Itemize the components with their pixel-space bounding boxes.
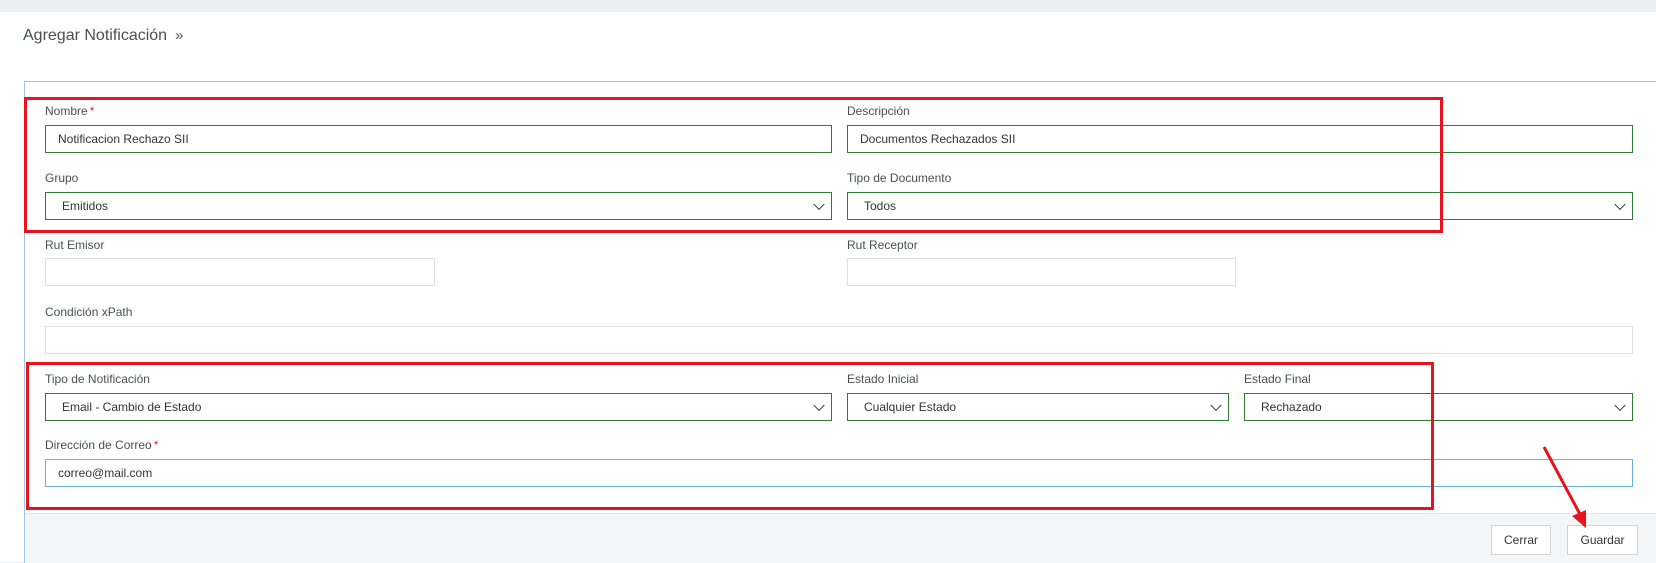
- rut-receptor-label: Rut Receptor: [847, 238, 918, 252]
- chevron-right-icon: »: [175, 27, 184, 44]
- condicion-xpath-input[interactable]: [45, 326, 1633, 354]
- modal-footer: [25, 513, 1656, 563]
- rut-emisor-label: Rut Emisor: [45, 238, 105, 252]
- rut-receptor-input[interactable]: [847, 258, 1236, 286]
- rut-emisor-input[interactable]: [45, 258, 435, 286]
- page-title: Agregar Notificación »: [23, 27, 183, 45]
- highlight-box-top: [24, 97, 1443, 233]
- highlight-box-bottom: [26, 362, 1434, 510]
- condicion-xpath-label: Condición xPath: [45, 305, 133, 319]
- chevron-down-icon: [1614, 399, 1626, 412]
- chevron-down-icon: [1614, 198, 1626, 211]
- page-title-text: Agregar Notificación: [23, 27, 168, 44]
- annotation-arrow-icon: [1542, 446, 1586, 528]
